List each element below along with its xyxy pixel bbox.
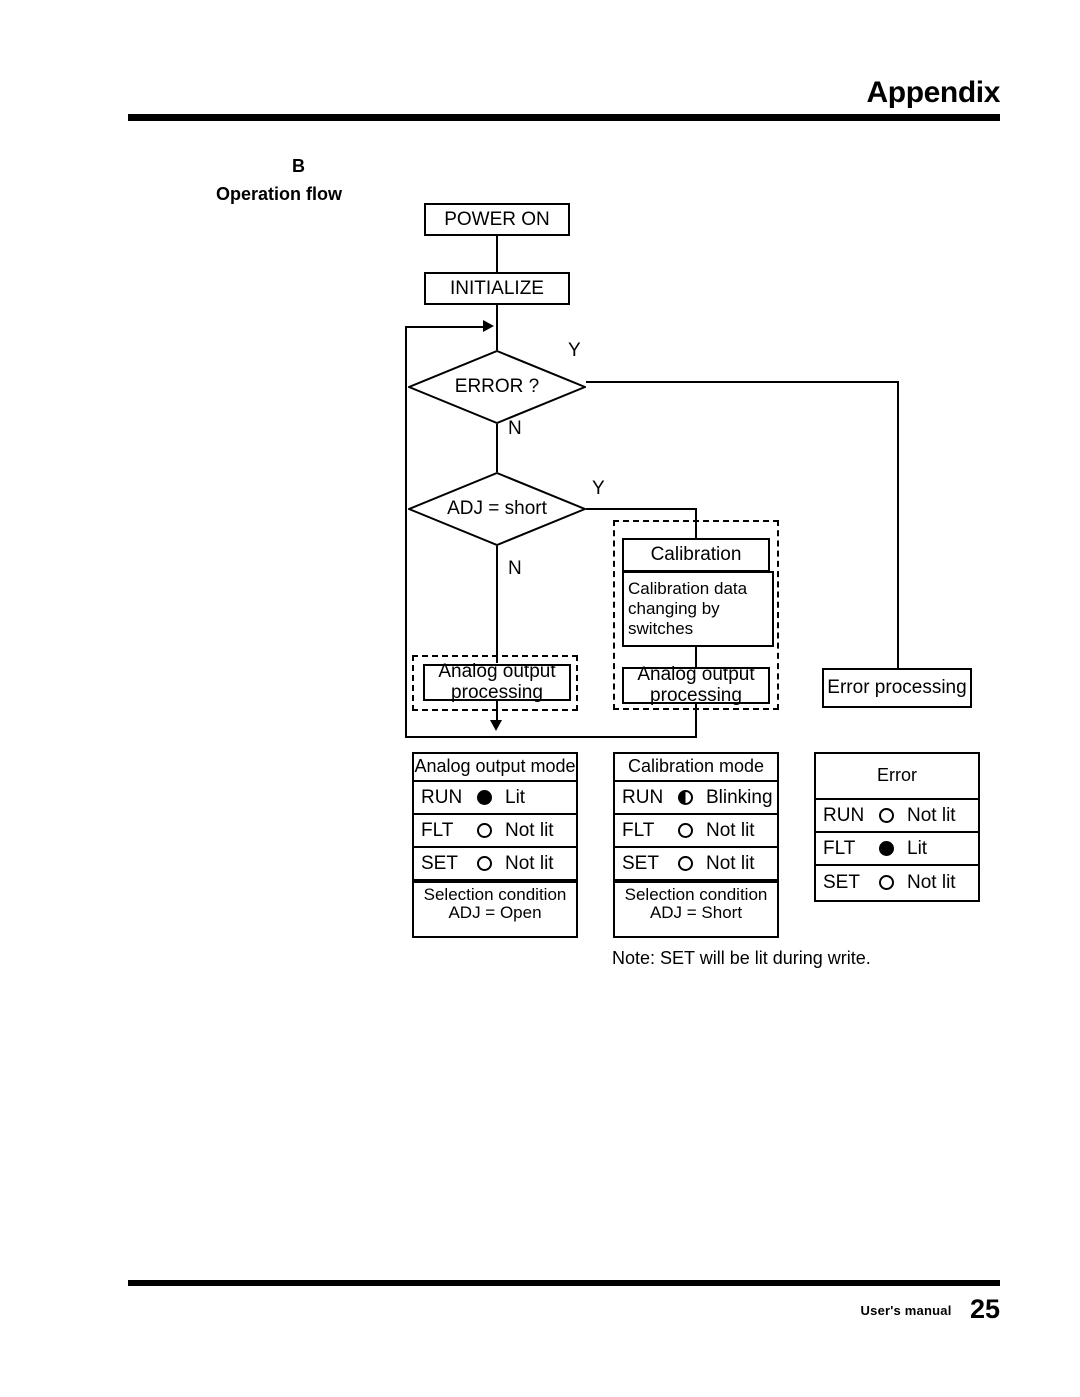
status-led-name: FLT [622,819,655,841]
status-led-name: RUN [823,804,865,826]
led-empty-icon [871,808,901,824]
status-led-name: RUN [421,786,463,808]
status-led-name: SET [421,852,458,874]
status-table-title: Calibration mode [615,754,777,783]
status-led-state: Not lit [907,871,956,893]
flow-decision-adj: ADJ = short [408,472,586,546]
status-led-state: Blinking [706,786,773,808]
connector-error-yes-h [586,381,899,383]
status-led-name: SET [622,852,659,874]
flow-decision-error: ERROR ? [408,350,586,424]
led-empty-icon [670,823,700,839]
status-table-title: Error [816,754,978,801]
status-table-footer: Selection condition ADJ = Short [615,881,777,927]
status-table-analog-output-mode: Analog output mode RUN Lit FLT Not lit S… [412,752,578,938]
flow-node-calibration-body: Calibration data changing by switches [622,571,774,647]
branch-label-error-yes: Y [568,340,581,361]
led-empty-icon [871,875,901,891]
status-row-flt: FLT Lit [816,833,978,867]
note-text: Note: SET will be lit during write. [612,948,871,968]
led-filled-icon [469,790,499,806]
status-led-name: RUN [622,786,664,808]
footer-rule [128,1280,1000,1286]
connector-power-initialize [496,236,498,272]
branch-label-error-no: N [508,418,522,439]
status-row-set: SET Not lit [414,848,576,882]
led-empty-icon [469,856,499,872]
connector-initialize-error [496,305,498,350]
flow-node-calibration-title: Calibration [622,538,770,572]
status-led-state: Lit [907,837,928,859]
connector-loop-return-v [405,326,407,738]
status-led-state: Not lit [706,819,755,841]
flow-node-initialize: INITIALIZE [424,272,570,305]
status-row-set: SET Not lit [816,866,978,899]
status-led-name: FLT [421,819,454,841]
led-filled-icon [871,841,901,857]
status-row-run: RUN Lit [414,782,576,816]
connector-error-yes-v [897,381,899,668]
led-empty-icon [670,856,700,872]
status-row-run: RUN Blinking [615,782,777,816]
status-led-state: Not lit [907,804,956,826]
status-led-name: FLT [823,837,856,859]
flow-node-analog-output-right: Analog output processing [622,664,770,705]
status-table-calibration-mode: Calibration mode RUN Blinking FLT Not li… [613,752,779,938]
status-led-state: Not lit [706,852,755,874]
connector-loop-arrow-down [490,720,502,731]
status-led-state: Not lit [505,852,554,874]
branch-label-adj-yes: Y [592,478,605,499]
flow-node-analog-output-left: Analog output processing [423,661,571,702]
flow-node-error-processing: Error processing [822,668,972,708]
connector-loop-return-h [405,326,485,328]
connector-adj-yes-h [586,508,697,510]
led-blinking-icon [670,790,700,806]
flow-decision-adj-label: ADJ = short [447,498,547,519]
led-empty-icon [469,823,499,839]
status-row-flt: FLT Not lit [615,815,777,849]
status-table-footer: Selection condition ADJ = Open [414,881,576,927]
status-table-error: Error RUN Not lit FLT Lit SET Not lit [814,752,980,902]
connector-adj-no-v [496,546,498,663]
footer-page-number: 25 [969,1294,1000,1324]
status-row-flt: FLT Not lit [414,815,576,849]
connector-error-adj [496,424,498,472]
connector-analog-right-down [695,704,697,738]
flow-decision-error-label: ERROR ? [454,376,540,397]
status-row-run: RUN Not lit [816,800,978,834]
status-led-state: Lit [505,786,526,808]
connector-loop-bus [405,736,697,738]
status-table-title: Analog output mode [414,754,576,783]
branch-label-adj-no: N [508,558,522,579]
footer-label: User's manual [860,1303,952,1318]
connector-loop-arrow-right [483,320,494,332]
status-led-state: Not lit [505,819,554,841]
status-led-name: SET [823,871,860,893]
status-row-set: SET Not lit [615,848,777,882]
flow-node-power-on: POWER ON [424,203,570,236]
footer: User's manual 25 [700,1294,1000,1324]
